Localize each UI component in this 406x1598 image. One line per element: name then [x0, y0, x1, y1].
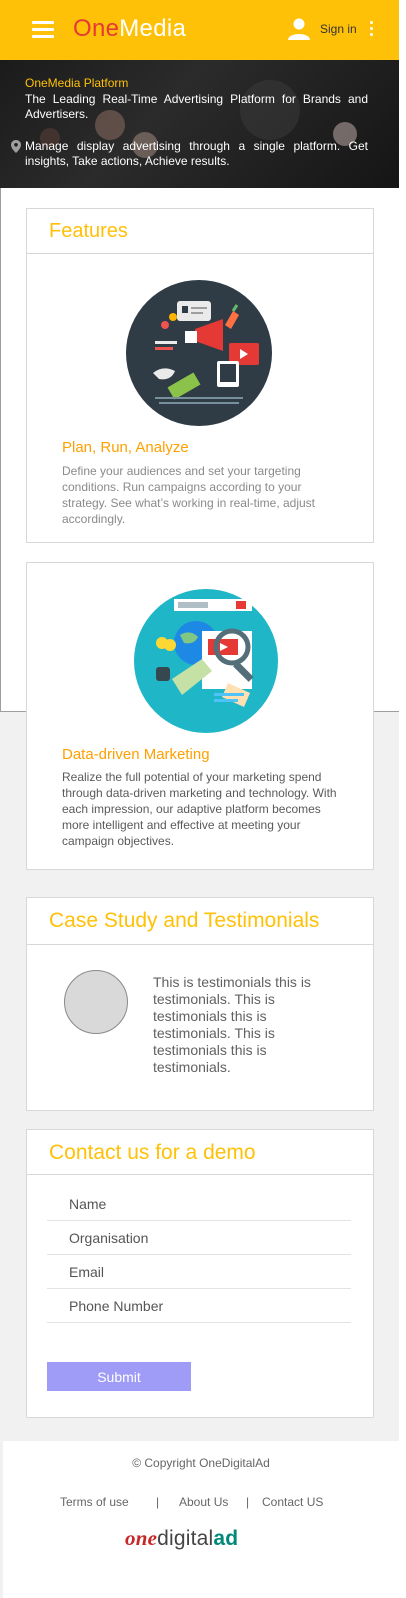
- footer-link-contact[interactable]: Contact US: [262, 1495, 323, 1509]
- footer-separator: |: [156, 1495, 160, 1509]
- more-options-icon[interactable]: [369, 20, 375, 38]
- footer-logo-ad: ad: [213, 1527, 239, 1550]
- footer-link-terms[interactable]: Terms of use: [60, 1495, 129, 1509]
- name-input[interactable]: [47, 1187, 351, 1220]
- divider: [0, 188, 1, 712]
- marketing-illustration: [126, 280, 272, 426]
- phone-input[interactable]: [47, 1289, 351, 1322]
- brand-one: One: [73, 15, 120, 42]
- phone-field: [47, 1289, 351, 1323]
- submit-button[interactable]: Submit: [47, 1362, 191, 1391]
- feature-desc-data: Realize the full potential of your marke…: [62, 770, 337, 848]
- testimonial-avatar: [64, 970, 128, 1034]
- footer-separator: |: [246, 1495, 250, 1509]
- testimonials-card: Case Study and Testimonials This is test…: [26, 897, 374, 1111]
- signin-link[interactable]: Sign in: [320, 22, 357, 36]
- testimonials-heading: Case Study and Testimonials: [49, 909, 320, 932]
- features-card: Features Plan, Run, Analyze Define your …: [26, 208, 374, 543]
- page: OneMedia Sign in OneMedia Platform The L…: [0, 0, 399, 1598]
- footer-logo-digital: digital: [157, 1527, 214, 1550]
- app-header: OneMedia Sign in: [0, 0, 399, 60]
- organisation-input[interactable]: [47, 1221, 351, 1254]
- testimonials-header: Case Study and Testimonials: [27, 898, 373, 945]
- hero-title: OneMedia Platform: [25, 76, 129, 90]
- features-header: Features: [27, 209, 373, 254]
- contact-card: Contact us for a demo Submit: [26, 1129, 374, 1418]
- footer: © Copyright OneDigitalAd Terms of use | …: [3, 1441, 399, 1598]
- footer-logo-one: one: [125, 1526, 158, 1550]
- footer-link-about[interactable]: About Us: [179, 1495, 228, 1509]
- data-marketing-illustration: [134, 589, 278, 733]
- feature-title-data: Data-driven Marketing: [62, 746, 210, 763]
- hero-banner: OneMedia Platform The Leading Real-Time …: [0, 60, 399, 188]
- name-field: [47, 1187, 351, 1221]
- email-input[interactable]: [47, 1255, 351, 1288]
- user-icon[interactable]: [287, 17, 311, 41]
- email-field: [47, 1255, 351, 1289]
- hero-tagline: The Leading Real-Time Advertising Platfo…: [25, 92, 368, 121]
- copyright-text: © Copyright OneDigitalAd: [132, 1456, 270, 1470]
- contact-heading: Contact us for a demo: [49, 1141, 256, 1164]
- organisation-field: [47, 1221, 351, 1255]
- testimonial-text: This is testimonials this is testimonial…: [153, 974, 311, 1075]
- footer-logo[interactable]: onedigitalad: [125, 1526, 238, 1551]
- feature-card-data-driven: Data-driven Marketing Realize the full p…: [26, 562, 374, 870]
- location-pin-icon: [11, 140, 21, 153]
- page-edge: [399, 0, 406, 1598]
- brand-logo[interactable]: OneMedia: [73, 14, 186, 44]
- contact-header: Contact us for a demo: [27, 1130, 373, 1175]
- feature-title-plan: Plan, Run, Analyze: [62, 439, 189, 456]
- feature-desc-plan: Define your audiences and set your targe…: [62, 464, 316, 526]
- features-heading: Features: [49, 220, 128, 242]
- menu-icon[interactable]: [32, 20, 54, 38]
- brand-media: Media: [119, 15, 187, 42]
- hero-description: Manage display advertising through a sin…: [25, 139, 368, 168]
